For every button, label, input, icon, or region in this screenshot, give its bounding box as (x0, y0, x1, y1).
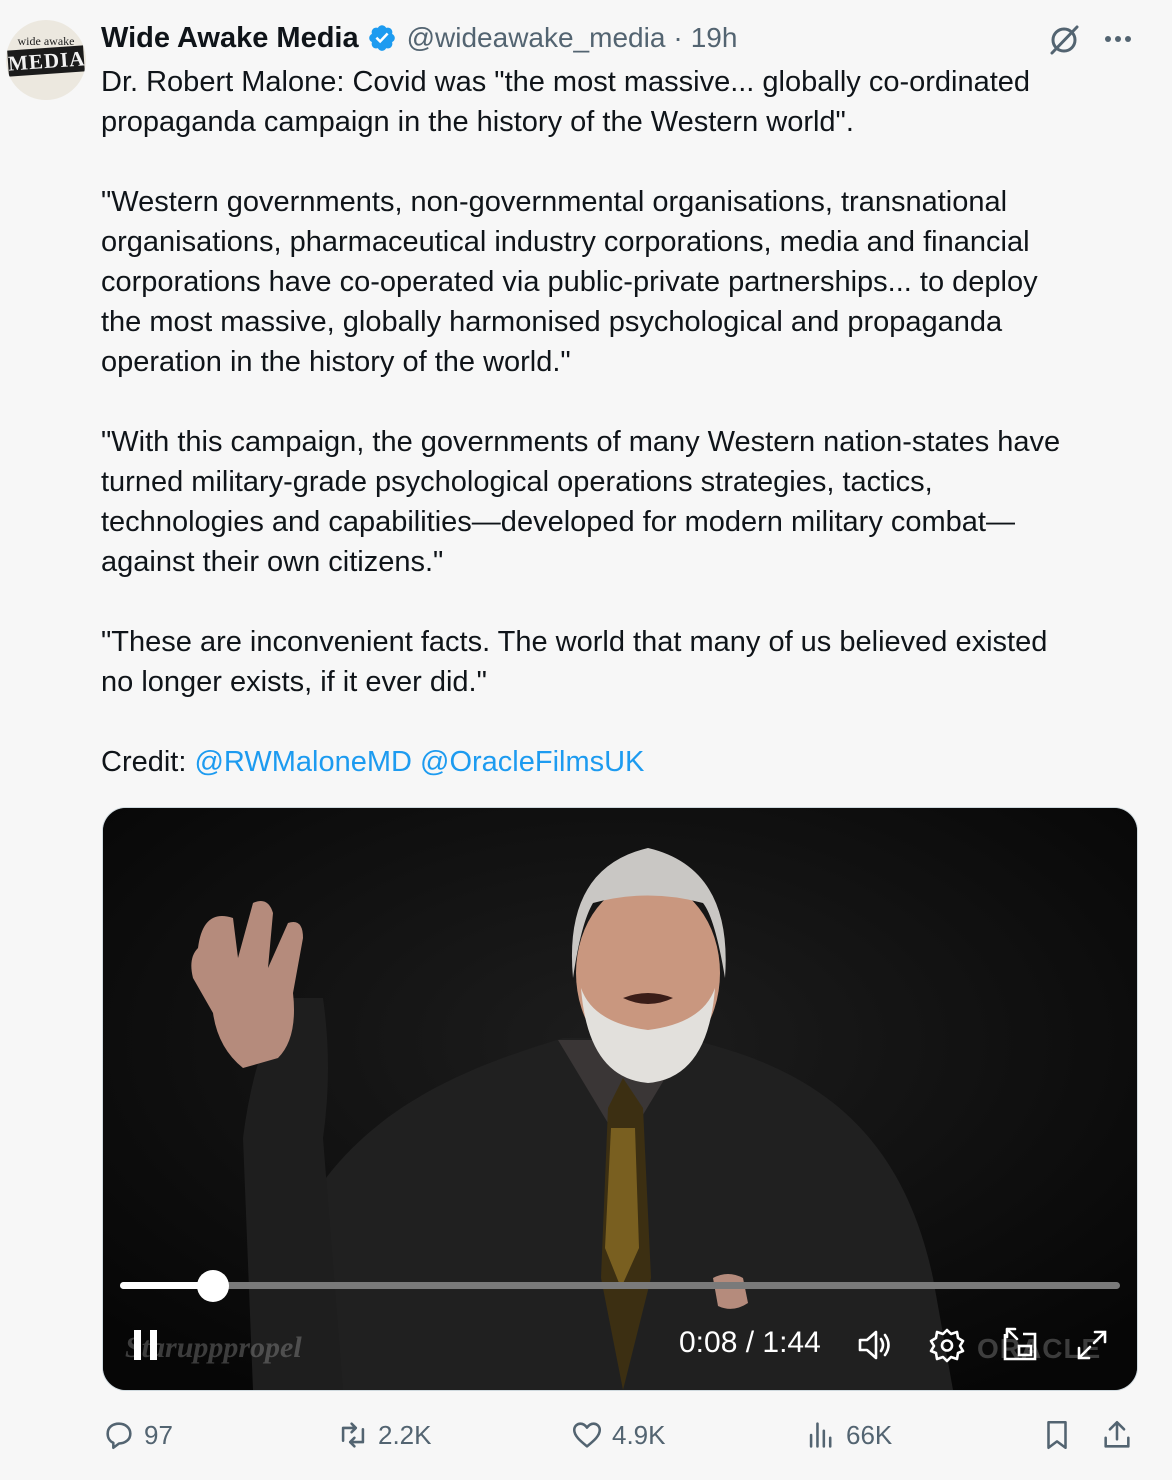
grok-icon[interactable] (1046, 22, 1082, 58)
mention-link[interactable]: @RWMaloneMD (194, 746, 411, 778)
separator-dot: · (673, 22, 683, 53)
text-line: "These are inconvenient facts. The world… (101, 626, 1048, 658)
views-count: 66K (846, 1419, 893, 1450)
video-progress-handle[interactable] (197, 1270, 229, 1302)
tweet-text: Dr. Robert Malone: Covid was "the most m… (101, 62, 1161, 822)
paragraph-3: "With this campaign, the governments of … (101, 422, 1161, 582)
author-name[interactable]: Wide Awake Media (101, 22, 359, 55)
credit-line: Credit: @RWMaloneMD @OracleFilmsUK (101, 742, 1161, 782)
author-handle[interactable]: @wideawake_media (407, 22, 666, 54)
verified-badge-icon (368, 25, 395, 51)
text-line: corporations have co-operated via public… (101, 266, 1038, 298)
paragraph-2: "Western governments, non-governmental o… (101, 182, 1161, 382)
text-line: propaganda campaign in the history of th… (101, 106, 854, 138)
views-icon (809, 1422, 832, 1448)
like-count: 4.9K (612, 1419, 666, 1450)
repost-button[interactable]: 2.2K (336, 1410, 432, 1460)
views-button[interactable]: 66K (804, 1410, 892, 1460)
video-player[interactable]: Starupppropel ORACLE 0:08 / 1:44 (102, 807, 1138, 1391)
settings-icon[interactable] (928, 1326, 966, 1364)
tweet-header: Wide Awake Media @wideawake_media · 19h (101, 18, 737, 58)
picture-in-picture-icon[interactable] (1001, 1326, 1039, 1364)
avatar-text-bottom: MEDIA (7, 45, 86, 77)
text-line: "With this campaign, the governments of … (101, 426, 1061, 458)
tweet-actions: 97 2.2K 4.9K 66K (0, 1410, 1172, 1460)
text-line: turned military-grade psychological oper… (101, 466, 933, 498)
paragraph-4: "These are inconvenient facts. The world… (101, 622, 1161, 702)
text-line: no longer exists, if it ever did." (101, 666, 487, 698)
text-line: Dr. Robert Malone: Covid was "the most m… (101, 66, 1031, 98)
repost-count: 2.2K (378, 1419, 432, 1450)
more-icon[interactable] (1100, 24, 1136, 54)
reply-icon (106, 1422, 132, 1450)
reply-count: 97 (144, 1419, 173, 1450)
volume-icon[interactable] (855, 1326, 893, 1364)
paragraph-1: Dr. Robert Malone: Covid was "the most m… (101, 62, 1161, 142)
mention-link[interactable]: @OracleFilmsUK (420, 746, 644, 778)
video-progress-bar[interactable] (120, 1270, 1120, 1302)
text-line: "Western governments, non-governmental o… (101, 186, 1008, 218)
timestamp[interactable]: 19h (691, 22, 738, 54)
fullscreen-icon[interactable] (1073, 1326, 1111, 1364)
text-line: technologies and capabilities—developed … (101, 506, 1015, 538)
avatar[interactable]: wide awake MEDIA (6, 20, 86, 100)
credit-label: Credit: (101, 746, 187, 778)
video-time: 0:08 / 1:44 (679, 1326, 821, 1359)
text-line: against their own citizens." (101, 546, 444, 578)
reply-button[interactable]: 97 (102, 1410, 173, 1460)
text-line: the most massive, globally harmonised ps… (101, 306, 1003, 338)
repost-icon (341, 1422, 365, 1448)
video-frame (103, 808, 1137, 1390)
text-line: organisations, pharmaceutical industry c… (101, 226, 1030, 258)
like-icon (572, 1422, 602, 1448)
like-button[interactable]: 4.9K (570, 1410, 666, 1460)
bookmark-icon[interactable] (1040, 1418, 1074, 1452)
text-line: operation in the history of the world." (101, 346, 571, 378)
share-icon[interactable] (1100, 1418, 1134, 1452)
pause-icon[interactable] (131, 1328, 161, 1362)
tweet: wide awake MEDIA Wide Awake Media @widea… (0, 0, 1172, 1480)
